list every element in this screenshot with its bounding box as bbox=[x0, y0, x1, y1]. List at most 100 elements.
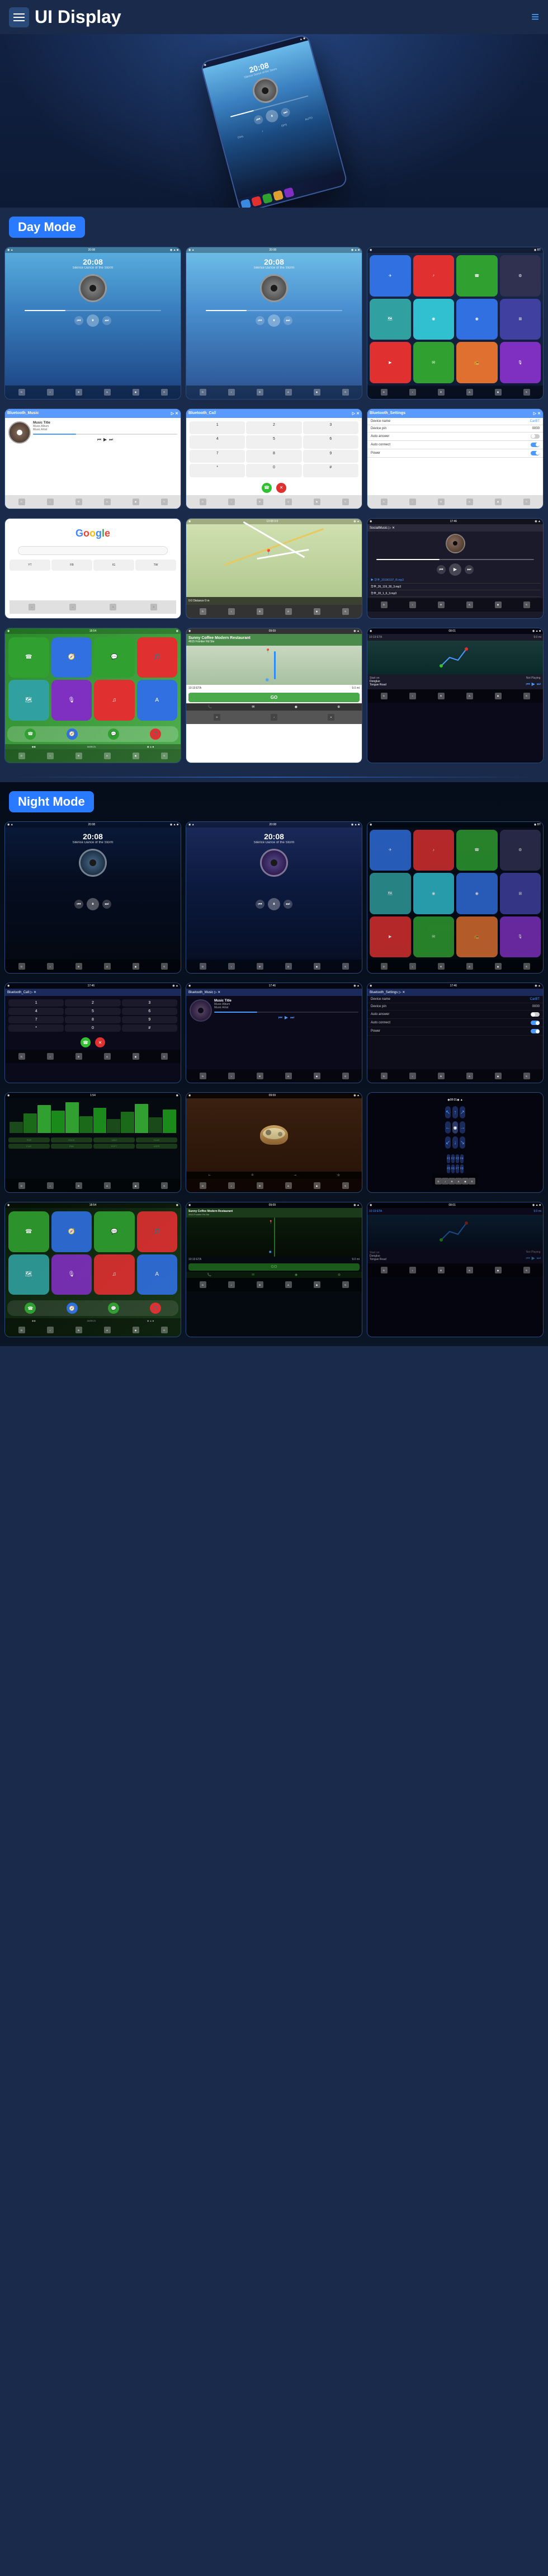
prev-btn-2[interactable]: ⏮ bbox=[256, 316, 264, 325]
wave-btn-4[interactable]: CLAS bbox=[136, 1137, 177, 1143]
bt-hangup-btn[interactable]: ✕ bbox=[276, 483, 286, 493]
night-key-3[interactable]: 3 bbox=[122, 999, 177, 1007]
app-podcast[interactable]: 🎙 bbox=[500, 342, 541, 383]
night-prev-1[interactable]: ⏮ bbox=[74, 900, 83, 909]
wave-btn-8[interactable]: USER bbox=[136, 1144, 177, 1149]
bt-next[interactable]: ⏭ bbox=[109, 437, 113, 443]
bt-prev[interactable]: ⏮ bbox=[97, 437, 101, 443]
night-np-play[interactable]: ▶ bbox=[532, 1256, 535, 1261]
np-next-btn[interactable]: ⏭ bbox=[537, 681, 541, 687]
night-ios-podcasts[interactable]: 🎙 bbox=[51, 1254, 92, 1295]
coffee-go-btn[interactable]: GO bbox=[188, 693, 360, 702]
ios-safari[interactable]: 🧭 bbox=[51, 637, 92, 678]
night-key-9[interactable]: 9 bbox=[122, 1016, 177, 1023]
key-4[interactable]: 4 bbox=[190, 435, 245, 449]
nav-icon[interactable]: ≡ bbox=[531, 10, 539, 25]
wave-btn-3[interactable]: JAZZ bbox=[93, 1137, 135, 1143]
social-play[interactable]: ▶ bbox=[449, 563, 461, 576]
arrow-down-left[interactable]: ↙ bbox=[445, 1136, 451, 1149]
night-ios-apple-music[interactable]: ♫ bbox=[94, 1254, 135, 1295]
night-key-7[interactable]: 7 bbox=[8, 1016, 64, 1023]
app-car[interactable]: ⊞ bbox=[500, 299, 541, 340]
app-telegram[interactable]: ✈ bbox=[370, 255, 411, 297]
next-btn-2[interactable]: ⏭ bbox=[284, 316, 292, 325]
prev-btn[interactable]: ⏮ bbox=[74, 316, 83, 325]
night-setting-power[interactable]: Power bbox=[367, 1027, 543, 1036]
night-app-radio[interactable]: 📻 bbox=[456, 916, 498, 958]
night-setting-autoanswer[interactable]: Auto answer bbox=[367, 1010, 543, 1019]
extra-btn-8[interactable]: F8 bbox=[460, 1164, 464, 1173]
play-btn-2[interactable]: ⏸ bbox=[268, 314, 280, 327]
key-2[interactable]: 2 bbox=[246, 421, 301, 435]
night-setting-autoconnect[interactable]: Auto connect bbox=[367, 1019, 543, 1027]
key-5[interactable]: 5 bbox=[246, 435, 301, 449]
menu-icon[interactable] bbox=[9, 7, 29, 27]
extra-btn-1[interactable]: F1 bbox=[447, 1154, 450, 1163]
key-3[interactable]: 3 bbox=[303, 421, 358, 435]
wave-btn-7[interactable]: SOFT bbox=[93, 1144, 135, 1149]
google-shortcut-3[interactable]: IG bbox=[93, 560, 134, 571]
wave-btn-2[interactable]: ROCK bbox=[51, 1137, 92, 1143]
night-key-4[interactable]: 4 bbox=[8, 1008, 64, 1015]
night-app-telegram[interactable]: ✈ bbox=[370, 830, 411, 871]
ios-music[interactable]: 🎵 bbox=[137, 637, 178, 678]
night-ios-dock-safari[interactable]: 🧭 bbox=[67, 1303, 78, 1314]
extra-btn-7[interactable]: F7 bbox=[456, 1164, 459, 1173]
app-maps[interactable]: 🗺 bbox=[370, 299, 411, 340]
night-key-hash[interactable]: # bbox=[122, 1024, 177, 1032]
app-radio[interactable]: 📻 bbox=[456, 342, 498, 383]
key-9[interactable]: 9 bbox=[303, 450, 358, 463]
night-key-5[interactable]: 5 bbox=[65, 1008, 120, 1015]
night-key-star[interactable]: * bbox=[8, 1024, 64, 1032]
bt-setting-autoanswer[interactable]: Auto answer bbox=[367, 433, 543, 441]
night-ios-dock-music[interactable]: 🎵 bbox=[150, 1303, 161, 1314]
arrow-down-right[interactable]: ↘ bbox=[460, 1136, 465, 1149]
ios-appstore[interactable]: A bbox=[137, 680, 178, 721]
night-app-podcast[interactable]: 🎙 bbox=[500, 916, 541, 958]
night-bt-next[interactable]: ⏭ bbox=[290, 1015, 294, 1021]
night-np-next[interactable]: ⏭ bbox=[537, 1256, 541, 1261]
wave-btn-5[interactable]: FLAT bbox=[8, 1144, 50, 1149]
ios-apple-music[interactable]: ♫ bbox=[94, 680, 135, 721]
bt-play[interactable]: ▶ bbox=[103, 437, 107, 443]
night-app-music[interactable]: ♪ bbox=[413, 830, 455, 871]
night-app-waze[interactable]: ◉ bbox=[413, 873, 455, 914]
app-youtube[interactable]: ▶ bbox=[370, 342, 411, 383]
night-np-prev[interactable]: ⏮ bbox=[526, 1256, 530, 1261]
night-ios-dock-msg[interactable]: 💬 bbox=[108, 1303, 119, 1314]
night-app-messages[interactable]: ✉ bbox=[413, 916, 455, 958]
app-bt[interactable]: ◉ bbox=[456, 299, 498, 340]
night-coffee-go[interactable]: GO bbox=[188, 1263, 360, 1271]
arrow-down[interactable]: ↓ bbox=[452, 1136, 458, 1149]
google-search-bar[interactable] bbox=[18, 546, 168, 555]
ios-dock-safari[interactable]: 🧭 bbox=[67, 728, 78, 740]
ios-maps[interactable]: 🗺 bbox=[8, 680, 49, 721]
night-app-settings[interactable]: ⚙ bbox=[500, 830, 541, 871]
night-prev-2[interactable]: ⏮ bbox=[256, 900, 264, 909]
app-music[interactable]: ♪ bbox=[413, 255, 455, 297]
np-prev-btn[interactable]: ⏮ bbox=[526, 681, 530, 687]
night-bt-prev[interactable]: ⏮ bbox=[278, 1015, 282, 1021]
key-1[interactable]: 1 bbox=[190, 421, 245, 435]
extra-btn-3[interactable]: F3 bbox=[456, 1154, 459, 1163]
night-key-1[interactable]: 1 bbox=[8, 999, 64, 1007]
night-ios-music[interactable]: 🎵 bbox=[137, 1211, 178, 1252]
night-play-1[interactable]: ⏸ bbox=[87, 898, 99, 910]
night-key-8[interactable]: 8 bbox=[65, 1016, 120, 1023]
night-ios-phone[interactable]: ☎ bbox=[8, 1211, 49, 1252]
night-ios-maps[interactable]: 🗺 bbox=[8, 1254, 49, 1295]
app-settings[interactable]: ⚙ bbox=[500, 255, 541, 297]
app-waze[interactable]: ◉ bbox=[413, 299, 455, 340]
key-star[interactable]: * bbox=[190, 464, 245, 477]
google-shortcut-4[interactable]: TW bbox=[135, 560, 176, 571]
ios-phone[interactable]: ☎ bbox=[8, 637, 49, 678]
night-app-phone[interactable]: ☎ bbox=[456, 830, 498, 871]
ios-podcasts[interactable]: 🎙 bbox=[51, 680, 92, 721]
google-shortcut-2[interactable]: FB bbox=[51, 560, 92, 571]
social-next[interactable]: ⏭ bbox=[465, 565, 474, 574]
key-6[interactable]: 6 bbox=[303, 435, 358, 449]
song-item-3[interactable]: 华丰_20_1_6_3.mp3 bbox=[370, 590, 541, 597]
night-app-youtube[interactable]: ▶ bbox=[370, 916, 411, 958]
google-shortcut-1[interactable]: YT bbox=[10, 560, 50, 571]
arrow-up-right[interactable]: ↗ bbox=[460, 1106, 465, 1118]
